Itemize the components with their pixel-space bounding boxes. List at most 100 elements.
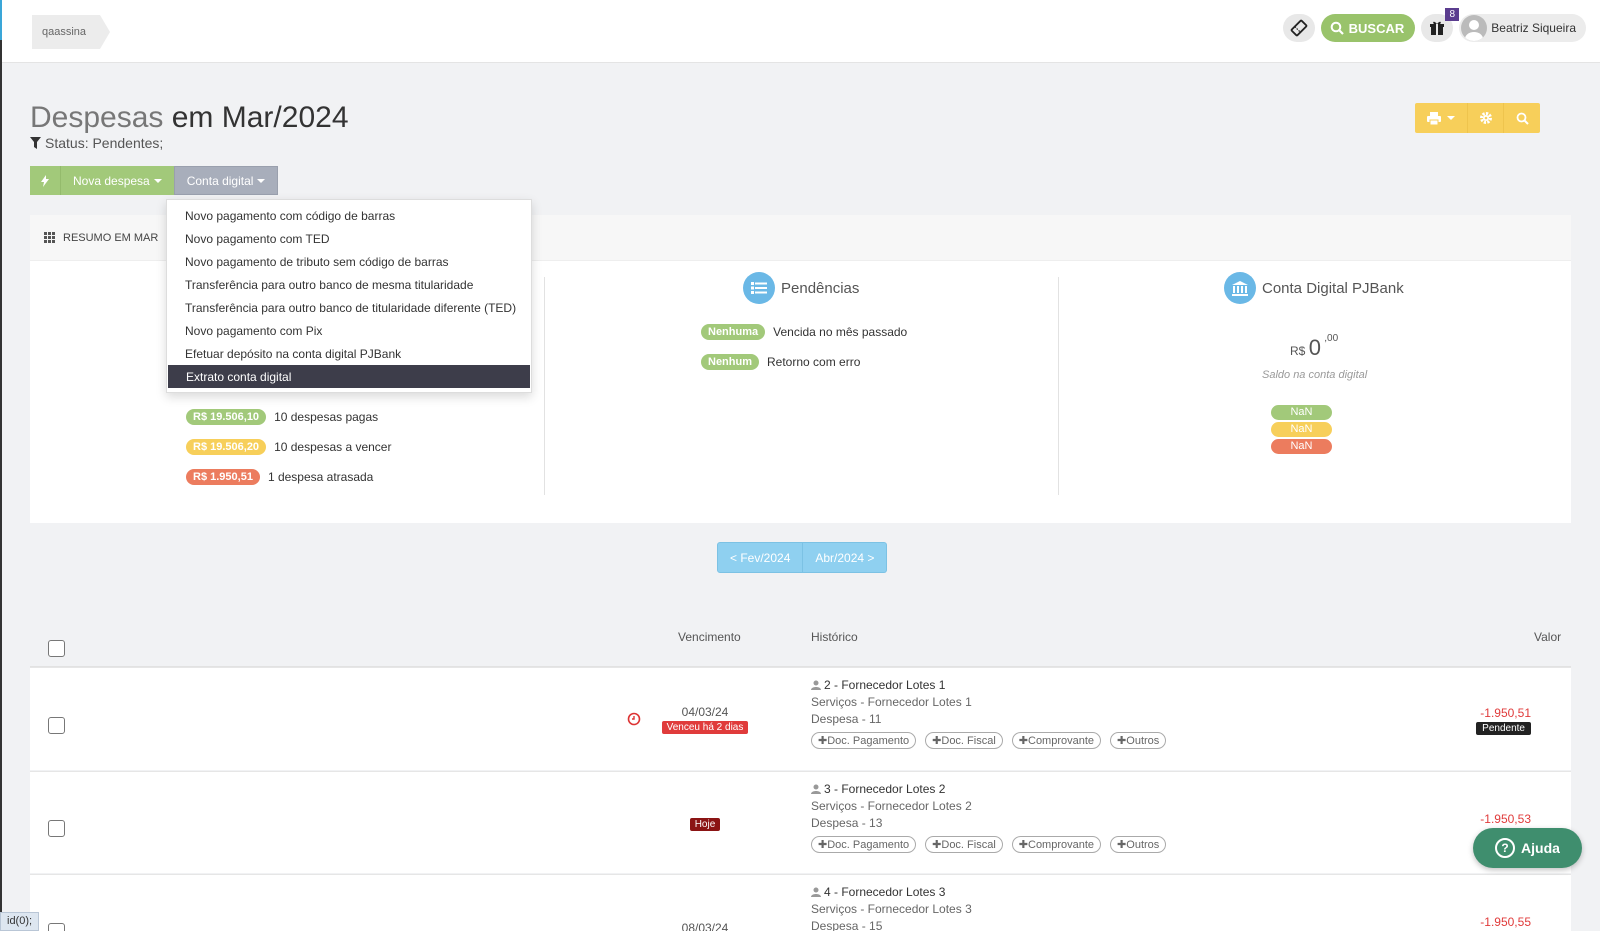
resumo-label: 10 despesas a vencer — [274, 440, 392, 454]
menu-item-codigo-barras[interactable]: Novo pagamento com código de barras — [167, 204, 531, 227]
column-historico[interactable]: Histórico — [811, 630, 858, 644]
page-title-period: em Mar/2024 — [171, 101, 349, 134]
pendencia-label: Vencida no mês passado — [773, 325, 908, 339]
search-button[interactable] — [1504, 103, 1540, 133]
column-vencimento[interactable]: Vencimento — [678, 630, 741, 644]
valor-amount: -1.950,53 — [1480, 812, 1531, 826]
doc-fiscal-button[interactable]: ✚Doc. Fiscal — [925, 732, 1003, 749]
table-row[interactable]: 04/03/24 Venceu há 2 dias 2 - Fornecedor… — [30, 667, 1571, 770]
grid-icon — [44, 232, 55, 243]
historico-title: 3 - Fornecedor Lotes 2 — [811, 782, 1166, 796]
user-menu[interactable]: Beatriz Siqueira — [1459, 14, 1586, 42]
row-checkbox[interactable] — [48, 820, 65, 837]
menu-item-ted[interactable]: Novo pagamento com TED — [167, 227, 531, 250]
resumo-item-a-vencer: R$ 19.506,20 10 despesas a vencer — [186, 439, 391, 455]
buscar-label: BUSCAR — [1348, 20, 1405, 36]
ajuda-label: Ajuda — [1521, 840, 1560, 856]
nan-badge: NaN — [1271, 405, 1332, 420]
valor-amount: -1.950,51 — [1480, 706, 1531, 720]
status-filter-text: Status: Pendentes; — [45, 135, 164, 151]
doc-fiscal-button[interactable]: ✚Doc. Fiscal — [925, 836, 1003, 853]
menu-item-pix[interactable]: Novo pagamento com Pix — [167, 319, 531, 342]
saldo-subtitle: Saldo na conta digital — [1262, 369, 1368, 381]
outros-button[interactable]: ✚Outros — [1110, 836, 1167, 853]
resumo-item-atrasada: R$ 1.950,51 1 despesa atrasada — [186, 469, 373, 485]
outros-button[interactable]: ✚Outros — [1110, 732, 1167, 749]
vencimento-cell: 04/03/24 Venceu há 2 dias — [660, 705, 750, 734]
row-checkbox[interactable] — [48, 717, 65, 734]
saldo-currency: R$ — [1290, 344, 1306, 358]
chevron-down-icon — [1447, 116, 1455, 120]
menu-item-tributo[interactable]: Novo pagamento de tributo sem código de … — [167, 250, 531, 273]
status-badge: Pendente — [1476, 722, 1531, 735]
doc-pagamento-button[interactable]: ✚Doc. Pagamento — [811, 732, 917, 749]
select-all-checkbox[interactable] — [48, 640, 65, 657]
overdue-badge: Venceu há 2 dias — [661, 721, 749, 734]
pendencia-item: Nenhuma Vencida no mês passado — [701, 324, 907, 340]
historico-despesa: Despesa - 15 — [811, 919, 883, 931]
column-valor[interactable]: Valor — [1534, 630, 1561, 644]
historico-service: Serviços - Fornecedor Lotes 2 — [811, 799, 972, 813]
nova-despesa-button[interactable]: Nova despesa — [60, 166, 174, 195]
ticket-icon[interactable] — [1282, 14, 1315, 42]
settings-button[interactable] — [1468, 103, 1504, 133]
bank-icon — [1224, 272, 1256, 304]
menu-item-transferencia-diferente[interactable]: Transferência para outro banco de titula… — [167, 296, 531, 319]
menu-item-transferencia-mesma[interactable]: Transferência para outro banco de mesma … — [167, 273, 531, 296]
buscar-button[interactable]: BUSCAR — [1320, 14, 1416, 42]
vencimento-date: 04/03/24 — [681, 705, 729, 719]
doc-buttons: ✚Doc. Pagamento ✚Doc. Fiscal ✚Comprovant… — [811, 732, 1167, 749]
conta-digital-title-label: Conta Digital PJBank — [1262, 279, 1404, 297]
user-icon — [811, 887, 821, 897]
saldo-cents: ,00 — [1324, 333, 1339, 344]
table-row[interactable]: 08/03/24 4 - Fornecedor Lotes 3 Serviços… — [30, 874, 1571, 931]
historico-title: 2 - Fornecedor Lotes 1 — [811, 678, 1166, 692]
search-icon — [1516, 112, 1529, 125]
resumo-label: 10 despesas pagas — [274, 410, 379, 424]
saldo-value: R$ 0 ,00 — [1290, 333, 1339, 361]
gear-icon — [1479, 112, 1492, 124]
pendencia-badge: Nenhuma — [701, 324, 766, 340]
resumo-badge: R$ 1.950,51 — [186, 469, 260, 485]
menu-item-extrato[interactable]: Extrato conta digital — [168, 365, 530, 388]
print-button[interactable] — [1415, 103, 1468, 133]
historico-cell: 2 - Fornecedor Lotes 1 Serviços - Fornec… — [811, 678, 1167, 749]
prev-month-button[interactable]: < Fev/2024 — [717, 542, 804, 573]
quick-action-button[interactable] — [30, 166, 60, 195]
next-month-button[interactable]: Abr/2024 > — [803, 542, 888, 573]
print-icon — [1427, 111, 1441, 125]
historico-cell: 3 - Fornecedor Lotes 2 Serviços - Fornec… — [811, 782, 1167, 853]
chevron-down-icon — [257, 178, 266, 183]
table-row[interactable]: Hoje 3 - Fornecedor Lotes 2 Serviços - F… — [30, 771, 1571, 873]
gift-count-badge: 8 — [1445, 8, 1460, 21]
historico-despesa: Despesa - 13 — [811, 816, 883, 830]
question-icon: ? — [1495, 838, 1516, 858]
row-checkbox[interactable] — [48, 923, 65, 931]
doc-buttons: ✚Doc. Pagamento ✚Doc. Fiscal ✚Comprovant… — [811, 836, 1167, 853]
menu-item-deposito[interactable]: Efetuar depósito na conta digital PJBank — [167, 342, 531, 365]
today-badge: Hoje — [689, 818, 721, 831]
status-filter: Status: Pendentes; — [30, 135, 163, 151]
doc-pagamento-button[interactable]: ✚Doc. Pagamento — [811, 836, 917, 853]
top-bar: qaassina BUSCAR 8 Beatriz Siqueira — [2, 0, 1600, 63]
ajuda-button[interactable]: ? Ajuda — [1473, 828, 1582, 868]
page-title-main: Despesas — [30, 101, 164, 134]
resumo-badge: R$ 19.506,20 — [186, 439, 267, 455]
divider — [544, 277, 545, 495]
gift-icon[interactable]: 8 — [1421, 8, 1460, 42]
nan-badge: NaN — [1271, 422, 1332, 437]
comprovante-button[interactable]: ✚Comprovante — [1011, 836, 1102, 853]
vencimento-cell: 08/03/24 — [660, 921, 750, 931]
user-icon — [811, 784, 821, 794]
pendencias-title: Pendências — [743, 272, 859, 304]
comprovante-button[interactable]: ✚Comprovante — [1011, 732, 1102, 749]
historico-cell: 4 - Fornecedor Lotes 3 Serviços - Fornec… — [811, 885, 972, 931]
top-right-controls: BUSCAR 8 Beatriz Siqueira — [1282, 8, 1586, 42]
historico-title: 4 - Fornecedor Lotes 3 — [811, 885, 972, 899]
action-group: Nova despesa Conta digital — [30, 166, 279, 195]
breadcrumb[interactable]: qaassina — [32, 15, 111, 49]
conta-digital-button[interactable]: Conta digital — [173, 166, 279, 195]
valor-cell: -1.950,55 — [1480, 915, 1531, 929]
lightning-icon — [41, 174, 49, 187]
user-icon — [811, 680, 821, 690]
